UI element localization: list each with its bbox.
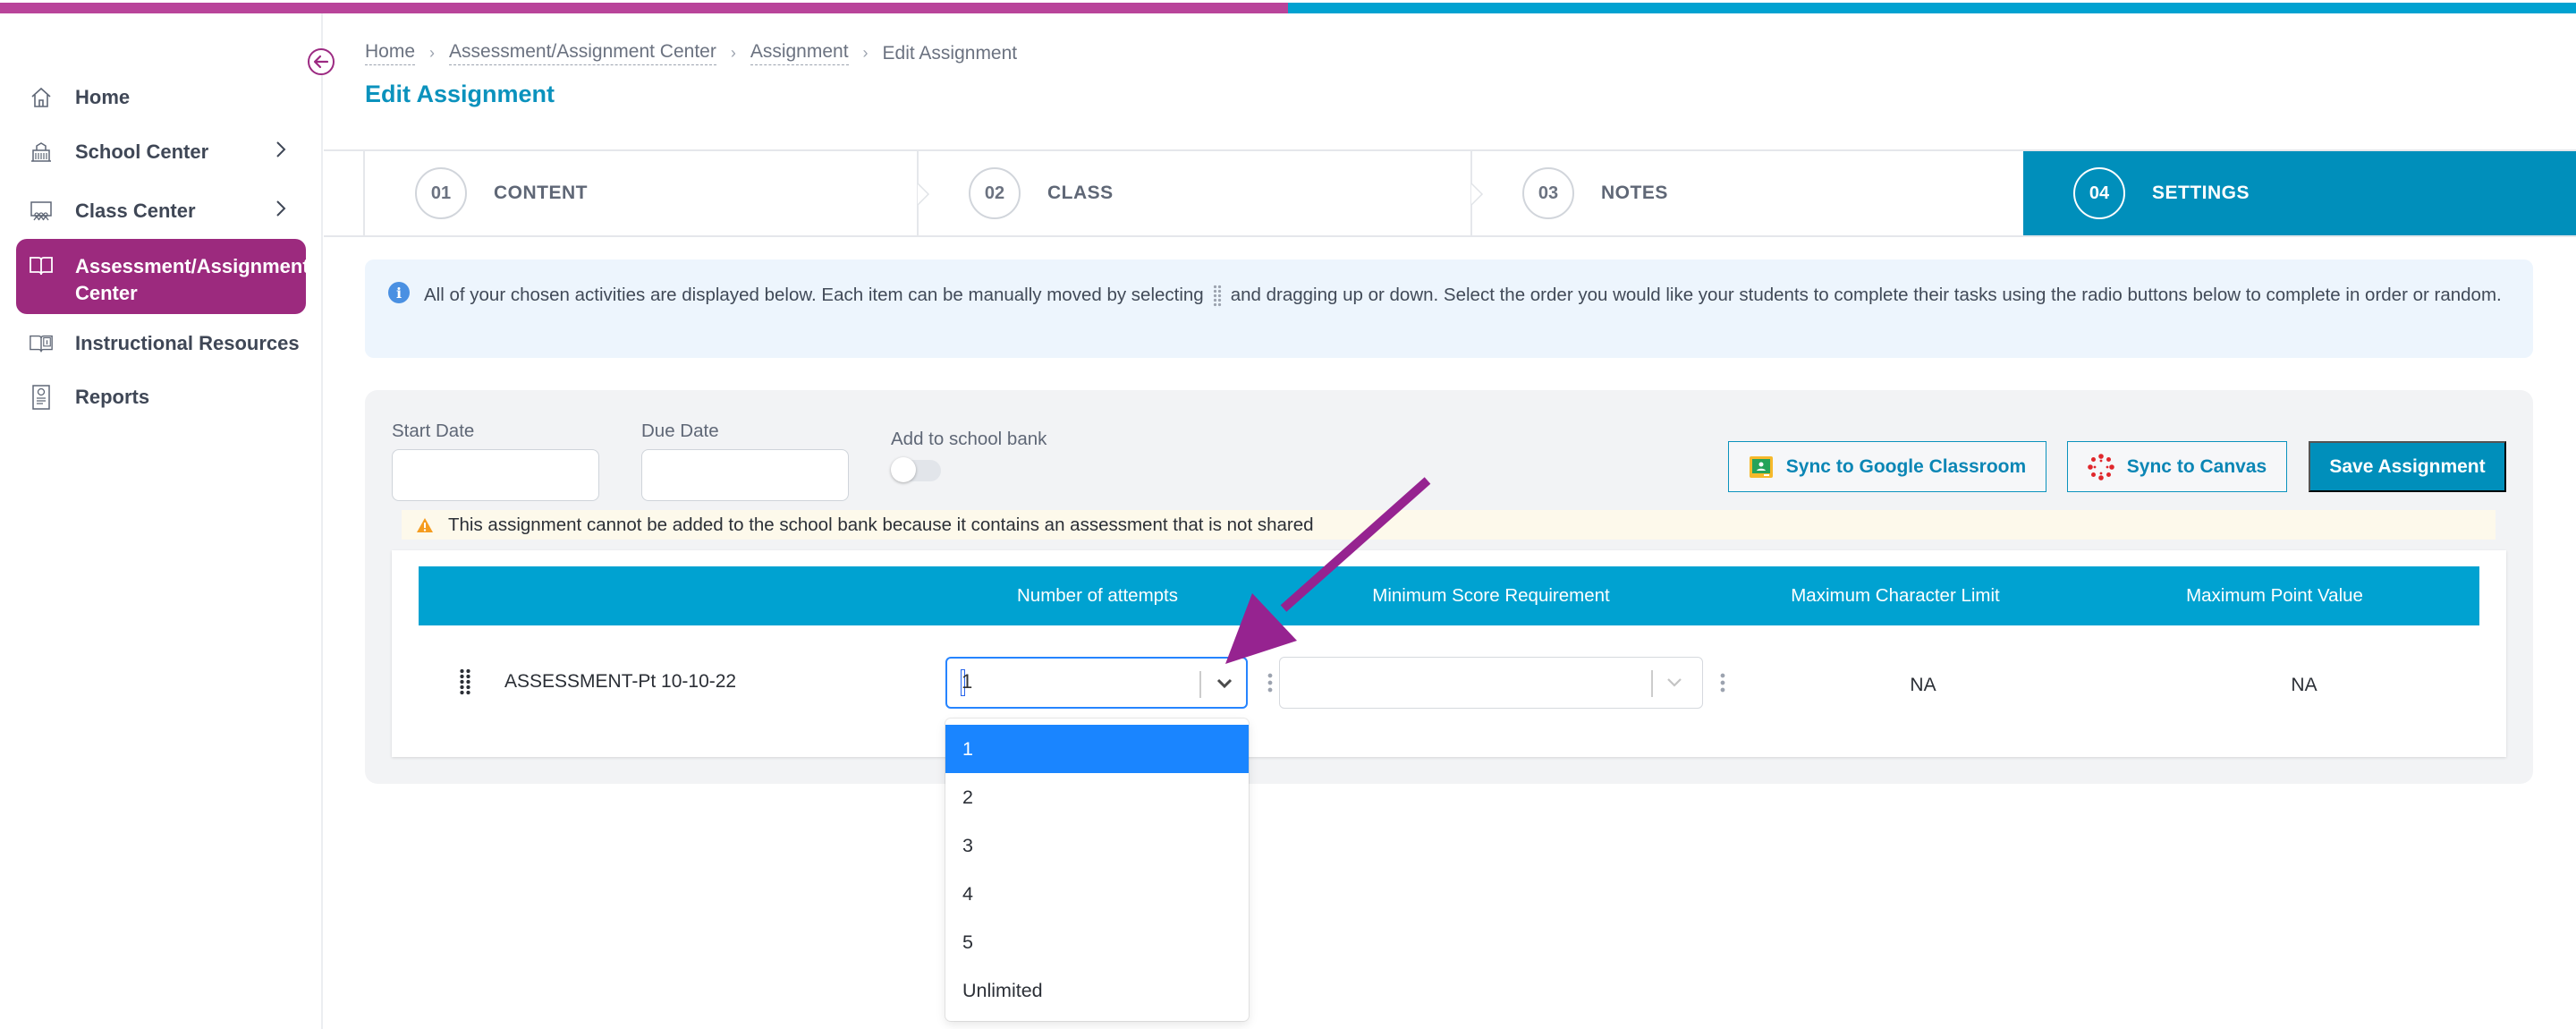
attempts-select[interactable]: 1	[945, 657, 1248, 709]
start-date-label: Start Date	[392, 421, 475, 441]
due-date-input[interactable]	[641, 449, 849, 501]
info-text-part: All of your chosen activities are displa…	[424, 285, 1204, 305]
canvas-logo-icon	[2087, 453, 2114, 480]
classroom-icon	[29, 199, 54, 224]
column-header-max-char-limit: Maximum Character Limit	[1791, 585, 2000, 606]
school-bank-label: Add to school bank	[891, 429, 1047, 449]
sidebar-item-label: School Center	[75, 140, 209, 163]
step-notes[interactable]: 03 NOTES	[1472, 151, 2023, 235]
breadcrumb-home[interactable]: Home	[365, 41, 416, 65]
column-header-attempts: Number of attempts	[1016, 585, 1178, 606]
sidebar-item-school-center[interactable]: School Center	[16, 132, 306, 172]
chevron-down-icon[interactable]	[1215, 675, 1234, 693]
chevron-down-icon[interactable]	[1665, 674, 1684, 692]
brand-bar-blue	[1288, 3, 2576, 13]
breadcrumb-assessment-assignment-center[interactable]: Assessment/Assignment Center	[449, 41, 716, 65]
attempts-option-5[interactable]: 5	[945, 918, 1249, 966]
more-options-icon[interactable]	[1720, 672, 1725, 693]
select-separator	[1199, 671, 1201, 698]
chevron-right-icon	[275, 200, 286, 223]
sidebar-item-label: Home	[75, 86, 131, 108]
button-label: Sync to Google Classroom	[1785, 455, 2027, 477]
warning-icon	[416, 517, 434, 533]
step-settings[interactable]: 04 SETTINGS	[2023, 151, 2576, 235]
sidebar-item-label: Reports	[75, 386, 150, 408]
attempts-option-4[interactable]: 4	[945, 870, 1249, 918]
info-banner: i All of your chosen activities are disp…	[365, 259, 2533, 358]
school-bank-warning: This assignment cannot be added to the s…	[402, 510, 2496, 540]
step-number: 04	[2073, 167, 2125, 219]
chevron-right-icon	[275, 140, 286, 164]
attempts-dropdown-menu: 1 2 3 4 5 Unlimited	[945, 719, 1249, 1021]
start-date-input[interactable]	[392, 449, 599, 501]
info-icon: i	[388, 282, 410, 303]
step-label: NOTES	[1601, 183, 1668, 203]
sidebar-item-label: Instructional Resources	[75, 332, 300, 354]
sidebar-item-home[interactable]: Home	[16, 78, 306, 117]
save-assignment-button[interactable]: Save Assignment	[2309, 441, 2506, 492]
sidebar-item-label: Assessment/Assignment Center	[75, 255, 309, 304]
breadcrumb-separator-icon: ›	[429, 44, 436, 62]
sync-canvas-button[interactable]: Sync to Canvas	[2067, 441, 2287, 492]
book-info-icon	[29, 331, 54, 356]
due-date-label: Due Date	[641, 421, 719, 441]
activity-name: ASSESSMENT-Pt 10-10-22	[504, 671, 737, 692]
step-number: 02	[969, 167, 1021, 219]
toggle-knob	[891, 457, 916, 482]
select-separator	[1651, 670, 1653, 697]
breadcrumb-separator-icon: ›	[862, 44, 869, 62]
attempts-option-2[interactable]: 2	[945, 773, 1249, 821]
page-title: Edit Assignment	[365, 81, 555, 107]
step-content[interactable]: 01 CONTENT	[365, 151, 917, 235]
button-label: Sync to Canvas	[2126, 455, 2267, 477]
sidebar-item-class-center[interactable]: Class Center	[16, 191, 306, 231]
drag-handle-icon[interactable]	[459, 668, 471, 695]
step-class[interactable]: 02 CLASS	[919, 151, 1470, 235]
sidebar-item-instructional-resources[interactable]: Instructional Resources	[16, 324, 306, 363]
attempts-option-unlimited[interactable]: Unlimited	[945, 966, 1249, 1015]
attempts-option-3[interactable]: 3	[945, 821, 1249, 870]
info-text-part: and dragging up or down. Select the orde…	[1230, 285, 2502, 305]
warning-text: This assignment cannot be added to the s…	[448, 514, 1314, 535]
column-header-max-point-value: Maximum Point Value	[2186, 585, 2363, 606]
max-char-limit-value: NA	[1910, 675, 1936, 695]
step-number: 01	[415, 167, 467, 219]
min-score-select[interactable]	[1279, 657, 1703, 709]
report-document-icon	[29, 385, 54, 410]
table-header: Number of attempts Minimum Score Require…	[419, 566, 2479, 625]
open-book-icon	[29, 253, 54, 278]
more-options-icon[interactable]	[1267, 672, 1273, 693]
step-label: CONTENT	[494, 183, 588, 203]
breadcrumb: Home › Assessment/Assignment Center › As…	[365, 41, 1017, 65]
attempts-select-value: 1	[962, 670, 973, 693]
sidebar-item-reports[interactable]: Reports	[16, 378, 306, 417]
breadcrumb-current: Edit Assignment	[882, 42, 1018, 64]
breadcrumb-separator-icon: ›	[730, 44, 736, 62]
home-icon	[29, 85, 54, 110]
google-classroom-icon	[1749, 455, 1774, 479]
sidebar-collapse-button[interactable]	[308, 48, 335, 75]
step-number: 03	[1522, 167, 1574, 219]
info-banner-text: All of your chosen activities are displa…	[424, 281, 2508, 309]
sync-google-classroom-button[interactable]: Sync to Google Classroom	[1728, 441, 2046, 492]
sidebar: Home School Center Class Center Assessme…	[0, 13, 335, 1029]
sidebar-item-label: Class Center	[75, 200, 196, 222]
step-progress-bar: 01 CONTENT 02 CLASS 03 NOTES 04 SETTINGS	[324, 149, 2576, 237]
school-bank-toggle[interactable]	[891, 457, 941, 482]
brand-color-bar	[0, 0, 2576, 13]
arrow-left-circle-icon	[313, 55, 329, 69]
step-label: SETTINGS	[2152, 183, 2250, 203]
school-building-icon	[29, 140, 54, 165]
attempts-option-1[interactable]: 1	[945, 725, 1249, 773]
step-label: CLASS	[1047, 183, 1114, 203]
column-header-name	[419, 566, 946, 625]
brand-bar-magenta	[0, 3, 1288, 13]
column-header-min-score: Minimum Score Requirement	[1372, 585, 1610, 606]
breadcrumb-assignment[interactable]: Assignment	[750, 41, 849, 65]
max-point-value: NA	[2291, 675, 2318, 695]
drag-handle-icon	[1212, 284, 1222, 308]
sidebar-item-assessment-assignment-center[interactable]: Assessment/Assignment Center	[16, 239, 309, 314]
